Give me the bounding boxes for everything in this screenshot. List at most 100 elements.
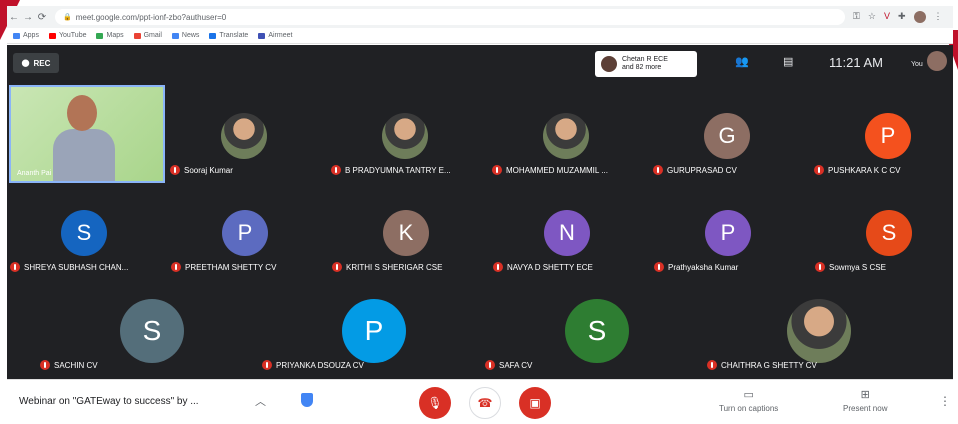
participant-avatar[interactable]: G (704, 113, 750, 159)
participant-name-row: Prathyaksha Kumar (654, 262, 738, 272)
bookmark-label: Maps (106, 32, 124, 39)
shield-icon[interactable] (301, 393, 313, 407)
present-now-button[interactable]: ⊞ Present now (843, 388, 887, 413)
bookmark-item[interactable]: Maps (96, 32, 124, 39)
muted-mic-icon (493, 262, 503, 272)
meeting-title[interactable]: Webinar on "GATEway to success" by ... (19, 396, 199, 407)
muted-mic-icon (814, 165, 824, 175)
camera-off-button[interactable]: ▣ (519, 387, 551, 419)
bookmark-label: YouTube (58, 32, 87, 39)
participant-name-row: B PRADYUMNA TANTRY E... (331, 165, 451, 175)
muted-mic-icon (492, 165, 502, 175)
menu-dots-icon[interactable]: ⋮ (934, 11, 943, 23)
participant-name: MOHAMMED MUZAMMIL ... (506, 165, 608, 175)
participant-name-row: SHREYA SUBHASH CHAN... (10, 262, 128, 272)
participant-name-row: GURUPRASAD CV (653, 165, 737, 175)
muted-mic-icon (332, 262, 342, 272)
recording-badge: ⬤ REC (13, 53, 59, 73)
participant-avatar[interactable] (543, 113, 589, 159)
more-options-icon[interactable]: ⋮ (939, 394, 951, 408)
bookmark-item[interactable]: Gmail (133, 32, 162, 39)
record-dot-icon: ⬤ (21, 60, 30, 67)
url-text: meet.google.com/ppt-ionf-zbo?authuser=0 (75, 12, 227, 22)
participant-name-row: SACHIN CV (40, 360, 98, 370)
muted-mic-icon (331, 165, 341, 175)
clock: 11:21 AM (829, 55, 883, 70)
self-avatar[interactable] (927, 51, 947, 71)
muted-mic-icon (10, 262, 20, 272)
mic-off-button[interactable]: 🎙︎ (419, 387, 451, 419)
participant-avatar[interactable] (382, 113, 428, 159)
participant-name-row: NAVYA D SHETTY ECE (493, 262, 593, 272)
participant-avatar[interactable]: N (544, 210, 590, 256)
reload-icon[interactable]: ⟳ (35, 12, 49, 23)
bookmarks-bar: Apps YouTube Maps Gmail News Translate Airmeet (7, 28, 953, 44)
captions-button[interactable]: ▭ Turn on captions (719, 388, 778, 413)
participant-name: SAFA CV (499, 360, 533, 370)
participant-avatar[interactable]: S (61, 210, 107, 256)
bookmark-label: Airmeet (268, 32, 293, 39)
back-icon[interactable]: ← (7, 12, 21, 23)
participant-name: GURUPRASAD CV (667, 165, 737, 175)
bookmark-item[interactable]: YouTube (48, 32, 87, 39)
speaker-video (53, 91, 115, 181)
leave-call-button[interactable]: ☎ (469, 387, 501, 419)
muted-mic-icon (262, 360, 272, 370)
bookmark-item[interactable]: Translate (209, 32, 248, 39)
bookmark-icon (133, 32, 141, 39)
bookmark-icon (48, 32, 56, 39)
participant-name: Sooraj Kumar (184, 165, 233, 175)
bookmark-icon (171, 32, 179, 39)
participant-name: NAVYA D SHETTY ECE (507, 262, 593, 272)
star-icon[interactable]: ☆ (868, 11, 876, 23)
participant-name-row: PRIYANKA DSOUZA CV (262, 360, 364, 370)
participant-name: SACHIN CV (54, 360, 98, 370)
bookmark-icon (258, 32, 266, 39)
bookmark-item[interactable]: Airmeet (258, 32, 292, 39)
present-icon: ⊞ (860, 389, 870, 401)
join-notification[interactable]: Chetan R ECE and 82 more (595, 51, 697, 77)
muted-mic-icon (40, 360, 50, 370)
joiner-name: Chetan R ECE (622, 56, 668, 63)
camera-off-icon: ▣ (529, 396, 541, 410)
chevron-up-icon[interactable]: ︿ (255, 393, 266, 409)
speaker-name: Ananth Pai (17, 170, 52, 177)
participant-avatar[interactable]: S (120, 299, 184, 363)
participant-avatar[interactable]: K (383, 210, 429, 256)
people-icon[interactable]: 👥 (735, 55, 749, 68)
profile-avatar[interactable] (913, 11, 926, 23)
participant-name: Sowmya S CSE (829, 262, 886, 272)
participant-name: PRIYANKA DSOUZA CV (276, 360, 364, 370)
muted-mic-icon (171, 262, 181, 272)
muted-mic-icon (815, 262, 825, 272)
key-icon[interactable]: ⚿ (853, 11, 860, 23)
participant-avatar[interactable]: S (565, 299, 629, 363)
extension-icons: ⚿ ☆ V ✚ ⋮ (853, 11, 943, 23)
participant-avatar[interactable]: P (705, 210, 751, 256)
participant-avatar[interactable]: P (342, 299, 406, 363)
bookmark-item[interactable]: News (171, 32, 200, 39)
participant-name: PUSHKARA K C CV (828, 165, 901, 175)
participant-avatar[interactable]: S (866, 210, 912, 256)
puzzle-icon[interactable]: ✚ (898, 11, 906, 23)
bookmark-item[interactable]: Apps (13, 32, 39, 39)
participant-name-row: Sooraj Kumar (170, 165, 233, 175)
participant-avatar[interactable]: P (865, 113, 911, 159)
screenshot-frame: ← → ⟳ 🔒 meet.google.com/ppt-ionf-zbo?aut… (0, 0, 958, 424)
participant-name: PREETHAM SHETTY CV (185, 262, 277, 272)
bookmark-label: News (181, 32, 200, 39)
forward-icon[interactable]: → (21, 12, 35, 23)
active-speaker-tile[interactable]: Ananth Pai (9, 85, 165, 183)
joiner-count: and 82 more (622, 64, 662, 71)
participant-avatar[interactable]: P (222, 210, 268, 256)
address-bar[interactable]: 🔒 meet.google.com/ppt-ionf-zbo?authuser=… (55, 9, 845, 25)
participant-name-row: KRITHI S SHERIGAR CSE (332, 262, 442, 272)
vivaldi-icon[interactable]: V (884, 11, 890, 23)
muted-mic-icon (707, 360, 717, 370)
participant-avatar[interactable] (787, 299, 851, 363)
bookmark-label: Apps (23, 32, 39, 39)
mic-off-icon: 🎙︎ (427, 396, 443, 410)
chat-icon[interactable]: ▤ (783, 55, 793, 68)
hang-up-icon: ☎ (477, 396, 493, 410)
participant-avatar[interactable] (221, 113, 267, 159)
